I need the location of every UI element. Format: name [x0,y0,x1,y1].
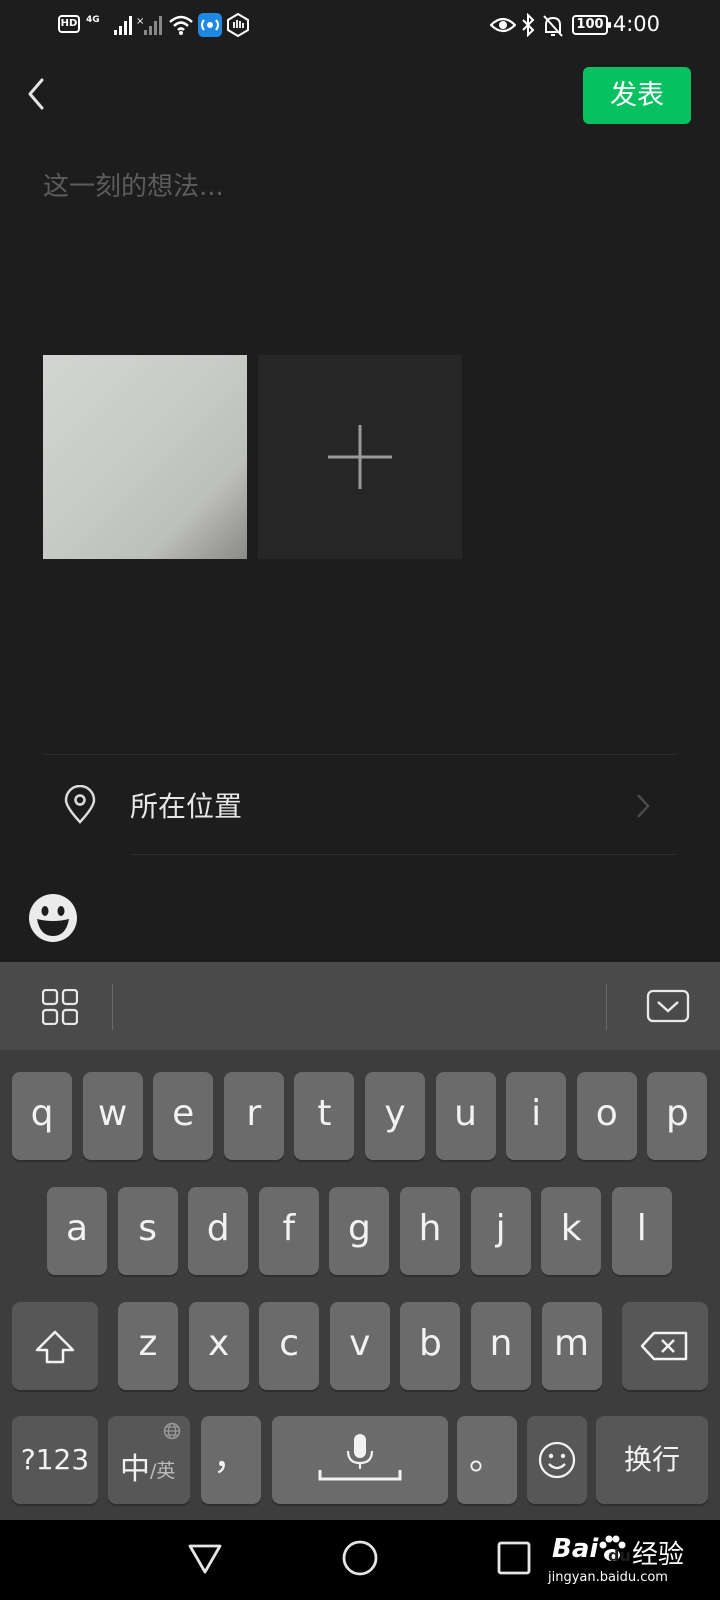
language-switch-key[interactable]: 中 /英 [108,1416,190,1504]
key-i[interactable]: i [506,1072,567,1160]
photo-thumbnail[interactable] [43,355,247,559]
key-q[interactable]: q [12,1072,72,1160]
key-n[interactable]: n [471,1302,531,1390]
clock: 4:00 [612,12,660,36]
svg-text:×: × [136,16,144,27]
toolbar-separator [112,984,113,1030]
shift-arrow-icon [35,1330,75,1364]
hotspot-app-icon [198,13,222,37]
globe-icon [163,1422,181,1440]
emoji-key[interactable] [527,1416,587,1504]
toolbar-separator [606,984,607,1030]
key-y[interactable]: y [365,1072,425,1160]
key-u[interactable]: u [435,1072,496,1160]
hand-app-icon [227,13,249,37]
back-triangle-icon[interactable] [186,1540,224,1578]
key-g[interactable]: g [329,1187,390,1275]
product-text: 经验 [632,1540,685,1570]
space-key[interactable] [272,1416,448,1504]
battery-indicator: 100 [572,15,611,35]
grid-apps-icon[interactable] [42,989,78,1025]
key-w[interactable]: w [82,1072,143,1160]
key-x[interactable]: x [188,1302,249,1390]
add-photo-button[interactable] [258,355,462,559]
eye-comfort-icon [490,17,516,33]
smiley-outline-icon [538,1441,576,1479]
plus-icon [328,425,392,489]
chevron-left-icon [28,78,44,110]
brand-text-2: du [608,1546,631,1565]
mute-icon [543,15,563,37]
publish-button[interactable]: 发表 [583,67,691,124]
chevron-right-icon [637,794,650,818]
key-b[interactable]: b [400,1302,461,1390]
comma-key[interactable]: ， [201,1416,261,1504]
signal-icon-2: × [136,16,162,35]
lang-main-label: 中 [120,1452,150,1487]
home-circle-icon[interactable] [340,1538,380,1578]
key-v[interactable]: v [329,1302,390,1390]
watermark-url: jingyan.baidu.com [548,1570,668,1585]
enter-key[interactable]: 换行 [596,1416,708,1504]
symbols-key[interactable]: ?123 [12,1416,98,1504]
period-key[interactable]: 。 [457,1416,517,1504]
key-h[interactable]: h [400,1187,460,1275]
key-s[interactable]: s [117,1187,178,1275]
key-c[interactable]: c [259,1302,320,1390]
wifi-icon [169,15,193,35]
backspace-key[interactable] [622,1302,708,1390]
key-p[interactable]: p [647,1072,708,1160]
baidu-jingyan-watermark: Bai du 经验 jingyan.baidu.com [546,1532,716,1592]
status-bar: HD 4G × 100 4:00 [0,0,720,56]
key-j[interactable]: j [470,1187,531,1275]
key-t[interactable]: t [294,1072,355,1160]
thought-input[interactable]: 这一刻的想法... [43,166,663,206]
smiley-icon [29,894,77,942]
bluetooth-icon [522,13,535,37]
backspace-icon [640,1331,688,1361]
divider [130,854,677,855]
keyboard: qwertyuiop asdfghjkl zxcvbnm ?123 中 /英 ， [0,1050,720,1520]
key-k[interactable]: k [541,1187,602,1275]
key-o[interactable]: o [576,1072,637,1160]
back-button[interactable] [18,72,58,116]
hd-badge: HD [58,15,80,33]
network-type-label: 4G [86,15,100,25]
keyboard-hide-icon[interactable] [646,989,690,1025]
key-a[interactable]: a [47,1187,107,1275]
key-e[interactable]: e [153,1072,214,1160]
lang-alt-label: /英 [150,1460,176,1482]
location-label: 所在位置 [130,790,243,823]
key-r[interactable]: r [223,1072,284,1160]
emoji-button[interactable] [28,893,78,943]
key-f[interactable]: f [258,1187,319,1275]
key-m[interactable]: m [541,1302,602,1390]
key-l[interactable]: l [611,1187,672,1275]
keyboard-toolbar [0,962,720,1050]
microphone-icon [318,1434,402,1481]
shift-key[interactable] [12,1302,98,1390]
key-d[interactable]: d [188,1187,249,1275]
signal-icon [114,16,132,35]
recents-square-icon[interactable] [496,1540,532,1576]
key-z[interactable]: z [118,1302,178,1390]
brand-text: Bai [552,1534,599,1564]
location-pin-icon [64,785,96,824]
